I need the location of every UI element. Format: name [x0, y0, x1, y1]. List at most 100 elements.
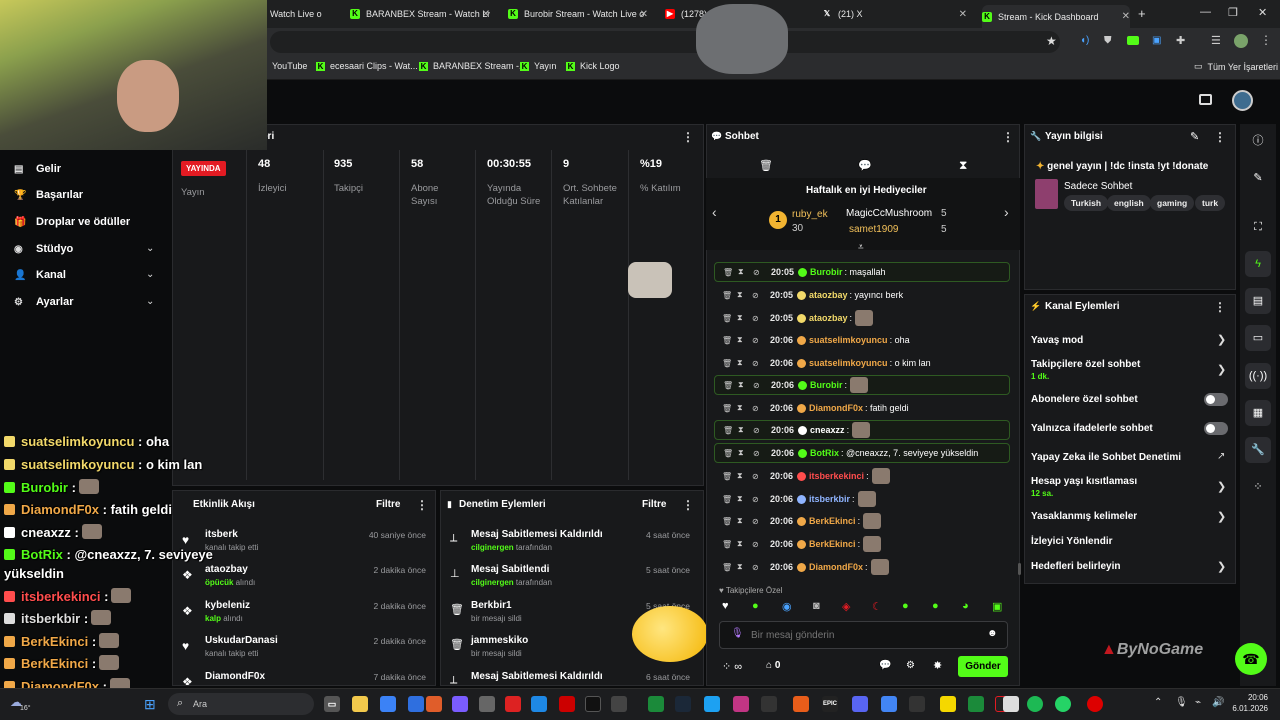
chrome-icon[interactable] [881, 696, 897, 712]
chevron-right-icon[interactable]: ❯ [1217, 480, 1226, 493]
chat-message[interactable]: 🗑 ⧗ ⊘ 20:05 ataozbay: yayıncı berk [714, 285, 1010, 305]
info-icon[interactable]: ⓘ [1245, 128, 1271, 154]
ban-icon[interactable]: ⊘ [752, 359, 767, 368]
delete-message-icon[interactable]: 🗑 [722, 540, 737, 549]
spotify-icon[interactable] [1027, 696, 1043, 712]
network-icon[interactable]: ⌁ [1195, 697, 1201, 708]
bookmark-item[interactable]: K Kick Logo [566, 61, 620, 71]
browser-tab-active[interactable]: K Stream - Kick Dashboard ✕ [982, 5, 1130, 28]
more-options-icon[interactable]: ⋮ [1214, 130, 1226, 144]
timeout-icon[interactable]: ⧗ [737, 335, 752, 345]
tag[interactable]: english [1107, 195, 1151, 211]
ban-icon[interactable]: ⊘ [752, 314, 767, 323]
action-followers-only[interactable]: Takipçilere özel sohbet [1031, 359, 1140, 370]
more-options-icon[interactable]: ⋮ [416, 498, 428, 512]
message-username[interactable]: suatselimkoyuncu [809, 358, 888, 368]
nav-item-studyo[interactable]: ◉ Stüdyo [14, 243, 73, 255]
heart-emote-icon[interactable]: ♥ [722, 600, 729, 612]
bookmark-item[interactable]: YouTube [272, 61, 307, 71]
message-username[interactable]: DiamondF0x [809, 403, 863, 413]
delete-message-icon[interactable]: 🗑 [723, 449, 738, 458]
scroll-down-icon[interactable]: ⩡ [858, 242, 864, 253]
taskbar-search[interactable] [168, 693, 314, 715]
nav-item-ayarlar[interactable]: ⚙ Ayarlar [14, 296, 74, 308]
ban-icon[interactable]: ⊘ [752, 517, 767, 526]
epic-games-icon[interactable]: EPIC [822, 696, 838, 712]
chat-input[interactable] [751, 627, 971, 643]
puzzle-icon[interactable]: ✚ [1176, 34, 1185, 47]
address-field[interactable] [270, 31, 1060, 53]
chat-icon[interactable]: 💬 [879, 660, 891, 671]
bookmark-item[interactable]: K BARANBEX Stream -... [419, 61, 527, 71]
ban-icon[interactable]: ⊘ [752, 540, 767, 549]
snapchat-icon[interactable] [940, 696, 956, 712]
message-username[interactable]: ataozbay [809, 290, 848, 300]
pencil-icon[interactable]: ✎ [1245, 165, 1271, 191]
delete-message-icon[interactable]: 🗑 [722, 472, 737, 481]
steam-icon[interactable] [675, 696, 691, 712]
tray-chevron-icon[interactable]: ⌃ [1154, 697, 1162, 708]
chevron-down-icon[interactable]: ⌄ [146, 243, 154, 254]
action-set-goals[interactable]: Hedefleri belirleyin [1031, 561, 1120, 572]
shield-icon[interactable]: ⛊ [1104, 35, 1112, 46]
delete-message-icon[interactable]: 🗑 [722, 563, 737, 572]
app-icon[interactable] [479, 696, 495, 712]
edge-icon[interactable] [531, 696, 547, 712]
ban-icon[interactable]: ⊘ [752, 404, 767, 413]
timeout-icon[interactable]: ⧗ [737, 403, 752, 413]
kick-points-icon[interactable]: ⁘ ∞ [722, 660, 742, 673]
netflix-icon[interactable] [559, 696, 575, 712]
app-icon[interactable] [968, 696, 984, 712]
message-username[interactable]: BotRix [810, 448, 839, 458]
chat-message[interactable]: 🗑 ⧗ ⊘ 20:06 cneaxzz: [714, 420, 1010, 440]
message-username[interactable]: BerkEkinci [809, 539, 856, 549]
document-icon[interactable]: ▤ [1245, 288, 1271, 314]
close-icon[interactable]: ✕ [482, 9, 490, 20]
extension-icon[interactable] [1127, 36, 1139, 45]
ban-icon[interactable]: ⊘ [753, 268, 768, 277]
action-banned-words[interactable]: Yasaklanmış kelimeler [1031, 511, 1137, 522]
bolt-icon[interactable]: ϟ [1245, 251, 1271, 277]
message-username[interactable]: DiamondF0x [809, 562, 863, 572]
browser-tab[interactable]: K Burobir Stream - Watch Live o ✕ [508, 5, 648, 23]
app-icon[interactable] [704, 696, 720, 712]
message-username[interactable]: itsberkbir [809, 494, 850, 504]
ban-icon[interactable]: ⊘ [752, 495, 767, 504]
profile-avatar[interactable] [1234, 34, 1248, 48]
chevron-right-icon[interactable]: ❯ [1217, 510, 1226, 523]
action-account-age[interactable]: Hesap yaşı kısıtlaması [1031, 476, 1137, 487]
message-username[interactable]: suatselimkoyuncu [809, 335, 888, 345]
app-icon[interactable] [611, 696, 627, 712]
maximize-icon[interactable]: ❐ [1228, 6, 1238, 19]
timeout-icon[interactable]: ⧗ [737, 358, 752, 368]
chat-message[interactable]: 🗑 ⧗ ⊘ 20:06 BerkEkinci: [714, 511, 1010, 531]
chat-message[interactable]: 🗑 ⧗ ⊘ 20:06 DiamondF0x: [714, 557, 1010, 577]
browser-tab[interactable]: Watch Live o [270, 5, 322, 23]
more-options-icon[interactable]: ⋮ [1002, 130, 1014, 144]
chevron-down-icon[interactable]: ⌄ [146, 296, 154, 307]
delete-message-icon[interactable]: 🗑 [723, 381, 738, 390]
timeout-icon[interactable]: ⧗ [737, 313, 752, 323]
filter-button[interactable]: Filtre [642, 499, 666, 510]
file-explorer-icon[interactable] [352, 696, 368, 712]
delete-message-icon[interactable]: 🗑 [722, 495, 737, 504]
close-icon[interactable]: ✕ [1122, 11, 1130, 22]
emote-icon[interactable]: ● [932, 600, 939, 612]
message-username[interactable]: cneaxzz [810, 425, 845, 435]
nav-item-basarilar[interactable]: 🏆 Başarılar [14, 189, 83, 201]
emote-only-toggle[interactable] [1204, 422, 1228, 435]
chat-message[interactable]: 🗑 ⧗ ⊘ 20:05 ataozbay: [714, 308, 1010, 328]
media-icon[interactable]: ☰ [1211, 34, 1221, 47]
opera-icon[interactable] [1087, 696, 1103, 712]
timeout-icon[interactable]: ⧗ [738, 448, 753, 458]
chevron-right-icon[interactable]: ❯ [1217, 560, 1226, 573]
turkey-flag-icon[interactable]: ☾ [872, 600, 882, 613]
fullscreen-icon[interactable]: ⛶ [1245, 214, 1271, 240]
brave-icon[interactable] [426, 696, 442, 712]
bookmark-item[interactable]: K Yayın [520, 61, 556, 71]
nav-item-kanal[interactable]: 👤 Kanal [14, 269, 66, 281]
trash-icon[interactable]: 🗑 [759, 159, 773, 172]
chat-message[interactable]: 🗑 ⧗ ⊘ 20:06 itsberkekinci: [714, 466, 1010, 486]
emote-picker-icon[interactable]: ✸ [933, 659, 942, 672]
extension-icon[interactable]: ◖) [1080, 35, 1089, 46]
